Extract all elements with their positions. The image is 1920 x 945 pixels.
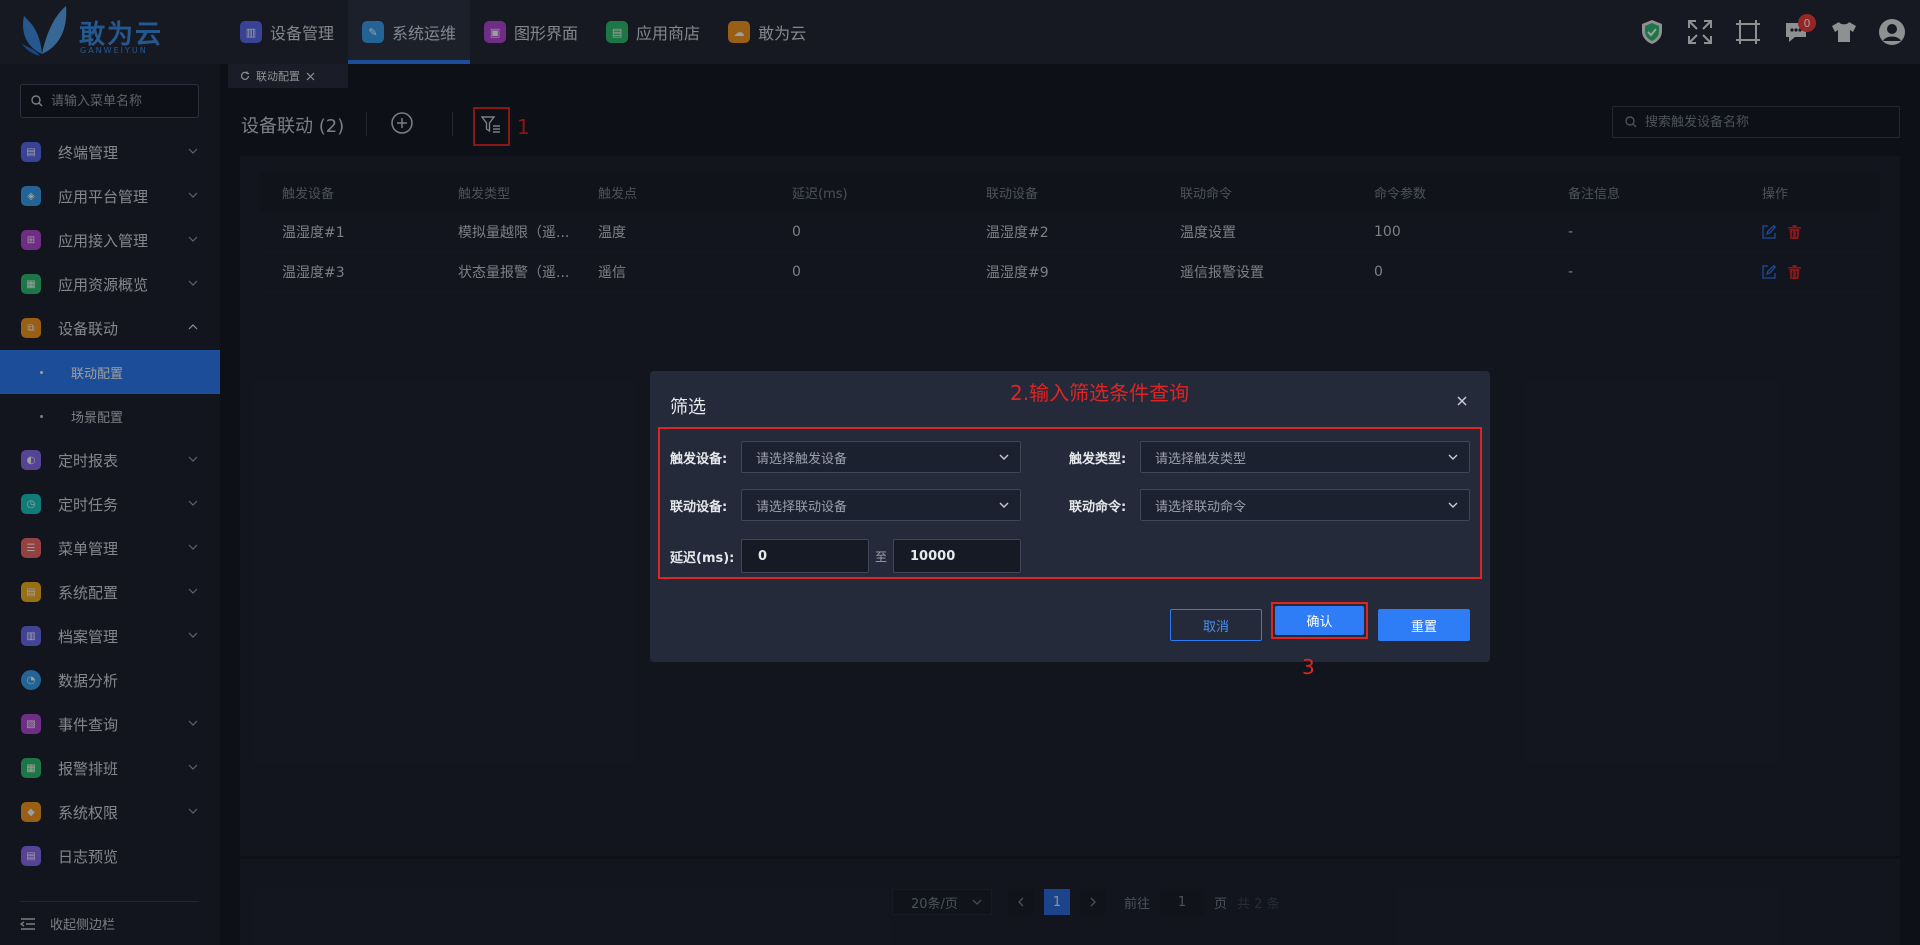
form-row-link-device: 联动设备: 请选择联动设备 <box>670 489 1021 521</box>
filter-dialog: 筛选 2.输入筛选条件查询 触发设备: 请选择触发设备 触发类型: 请选择触发类… <box>650 371 1490 679</box>
trigger-device-select[interactable]: 请选择触发设备 <box>741 441 1021 473</box>
dialog-title: 筛选 <box>670 397 706 418</box>
chevron-down-icon <box>999 502 1009 508</box>
form-row-delay: 延迟(ms): 0 至 10000 <box>670 539 1022 573</box>
delay-min-input[interactable]: 0 <box>741 539 869 573</box>
chevron-down-icon <box>1448 454 1458 460</box>
link-device-placeholder: 请选择联动设备 <box>756 499 848 515</box>
form-row-trigger-device: 触发设备: 请选择触发设备 <box>670 441 1021 473</box>
link-device-select[interactable]: 请选择联动设备 <box>741 489 1021 521</box>
reset-button[interactable]: 重置 <box>1378 609 1470 641</box>
trigger-type-placeholder: 请选择触发类型 <box>1155 451 1247 467</box>
trigger-type-select[interactable]: 请选择触发类型 <box>1140 441 1470 473</box>
form-row-trigger-type: 触发类型: 请选择触发类型 <box>1069 441 1470 473</box>
link-command-select[interactable]: 请选择联动命令 <box>1140 489 1470 521</box>
delay-max-input[interactable]: 10000 <box>893 539 1022 573</box>
confirm-button[interactable]: 确认 <box>1275 606 1364 635</box>
annotation-step-3: 3 <box>1302 655 1315 679</box>
cancel-button[interactable]: 取消 <box>1170 609 1262 641</box>
trigger-device-placeholder: 请选择触发设备 <box>756 451 848 467</box>
link-command-placeholder: 请选择联动命令 <box>1155 499 1247 515</box>
range-separator: 至 <box>875 549 888 564</box>
delay-label: 延迟(ms): <box>670 550 735 566</box>
link-command-label: 联动命令: <box>1069 499 1127 515</box>
chevron-down-icon <box>1448 502 1458 508</box>
trigger-type-label: 触发类型: <box>1069 451 1127 467</box>
link-device-label: 联动设备: <box>670 499 728 515</box>
form-row-link-command: 联动命令: 请选择联动命令 <box>1069 489 1470 521</box>
annotation-step-2: 2.输入筛选条件查询 <box>1010 381 1190 405</box>
close-icon[interactable] <box>1454 393 1470 409</box>
trigger-device-label: 触发设备: <box>670 451 728 467</box>
chevron-down-icon <box>999 454 1009 460</box>
